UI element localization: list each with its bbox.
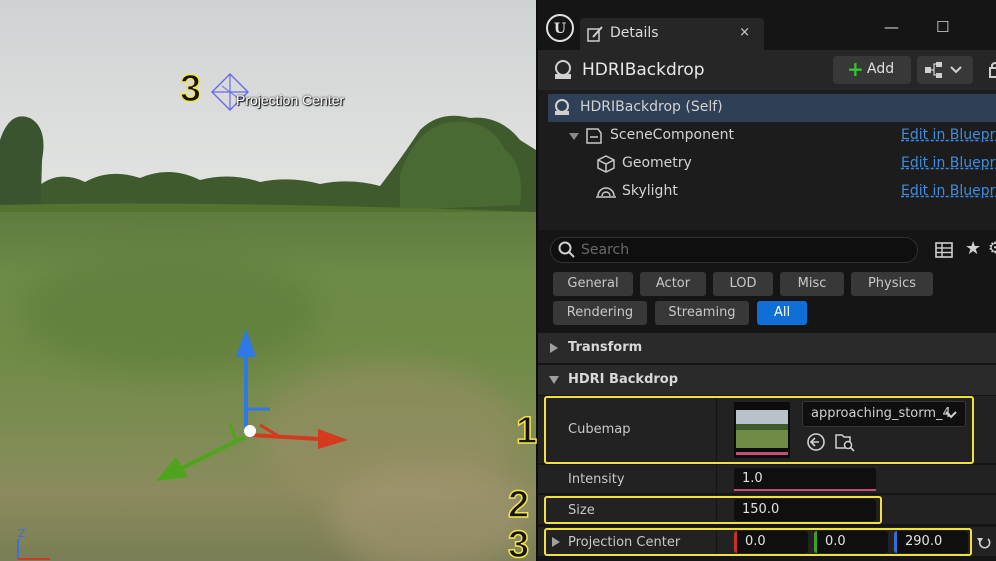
filter-lod[interactable]: LOD <box>713 272 773 296</box>
tab-details[interactable]: Details × <box>580 18 764 50</box>
highlight-box-size <box>544 496 882 524</box>
tab-close-icon[interactable]: × <box>739 25 750 40</box>
actor-header: HDRIBackdrop + Add <box>538 50 996 90</box>
details-pencil-icon <box>587 26 603 42</box>
maximize-icon[interactable]: ☐ <box>936 18 949 36</box>
level-viewport[interactable]: Projection Center 3 Z <box>0 0 536 561</box>
filter-general[interactable]: General <box>553 272 633 296</box>
edit-in-blueprint-link[interactable]: Edit in Blueprint <box>901 183 996 199</box>
filter-buttons: General Actor LOD Misc Physics Rendering… <box>538 268 996 330</box>
property-matrix-icon[interactable] <box>935 241 953 259</box>
tree-item-label: Geometry <box>622 155 692 171</box>
filter-streaming[interactable]: Streaming <box>655 301 749 325</box>
unreal-logo-icon: U <box>546 14 574 42</box>
expand-arrow-down-icon <box>549 376 559 384</box>
blueprint-options-button[interactable] <box>917 56 973 84</box>
projection-center-label: Projection Center <box>236 92 345 108</box>
category-label: Transform <box>568 340 643 355</box>
tree-item-scenecomponent[interactable]: SceneComponent Edit in Blueprint <box>538 122 996 150</box>
edit-in-blueprint-link[interactable]: Edit in Blueprint <box>901 155 996 171</box>
search-input[interactable] <box>581 240 901 260</box>
blueprint-hierarchy-icon <box>925 62 962 78</box>
tree-item-label: Skylight <box>622 183 678 199</box>
annotation-number-3: 3 <box>507 523 530 561</box>
scene-component-icon <box>586 128 602 144</box>
tree-item-skylight[interactable]: Skylight Edit in Blueprint <box>538 178 996 206</box>
tab-details-label: Details <box>610 25 659 41</box>
search-box <box>550 237 918 263</box>
edit-in-blueprint-link[interactable]: Edit in Blueprint <box>901 127 996 143</box>
filter-misc[interactable]: Misc <box>780 272 844 296</box>
transform-gizmo-icon[interactable] <box>150 325 360 495</box>
category-hdri-backdrop[interactable]: HDRI Backdrop <box>538 365 996 395</box>
actor-icon <box>555 60 571 79</box>
expand-arrow-down-icon[interactable] <box>568 131 580 143</box>
filter-physics[interactable]: Physics <box>851 272 933 296</box>
reset-to-default-icon[interactable] <box>976 535 992 551</box>
expand-arrow-right-icon <box>550 343 558 353</box>
svg-text:U: U <box>554 21 566 37</box>
actor-icon <box>555 99 569 115</box>
property-row-intensity: Intensity 1.0 <box>538 465 996 494</box>
minimize-icon[interactable]: — <box>884 18 899 36</box>
intensity-input[interactable]: 1.0 <box>734 468 876 490</box>
component-tree: HDRIBackdrop (Self) SceneComponent Edit … <box>538 90 996 230</box>
search-icon <box>558 241 575 258</box>
plus-icon: + <box>847 57 864 81</box>
filter-actor[interactable]: Actor <box>640 272 706 296</box>
annotation-number-3-viewport: 3 <box>179 67 202 111</box>
settings-icon[interactable]: ⚙ <box>988 238 996 257</box>
category-transform[interactable]: Transform <box>538 333 996 363</box>
static-mesh-cube-icon <box>597 155 615 173</box>
axis-z-label: Z <box>18 527 26 540</box>
actor-name: HDRIBackdrop <box>582 60 705 80</box>
title-bar: U Details × — ☐ <box>538 0 996 50</box>
annotation-number-1: 1 <box>515 409 538 453</box>
annotation-number-2: 2 <box>507 483 530 527</box>
intensity-underline <box>734 489 876 491</box>
lock-icon[interactable] <box>988 60 996 80</box>
filter-rendering[interactable]: Rendering <box>553 301 647 325</box>
tree-item-label: SceneComponent <box>610 127 734 143</box>
highlight-box-cubemap <box>544 396 974 464</box>
tree-item-label: HDRIBackdrop (Self) <box>580 99 723 115</box>
details-panel: U Details × — ☐ HDRIBackdrop + Add HDRIB… <box>536 0 996 561</box>
category-label: HDRI Backdrop <box>568 372 679 387</box>
tree-item-geometry[interactable]: Geometry Edit in Blueprint <box>538 150 996 178</box>
favorites-star-icon[interactable]: ★ <box>965 238 981 259</box>
tree-item-hdribackdrop-self[interactable]: HDRIBackdrop (Self) <box>548 94 996 122</box>
add-component-button[interactable]: + Add <box>833 56 911 84</box>
skylight-icon <box>596 187 616 198</box>
property-splitter[interactable] <box>716 465 717 493</box>
property-label-intensity: Intensity <box>568 472 625 487</box>
highlight-box-projection-center <box>544 528 972 556</box>
add-button-label: Add <box>867 61 895 77</box>
filter-all[interactable]: All <box>757 301 807 325</box>
